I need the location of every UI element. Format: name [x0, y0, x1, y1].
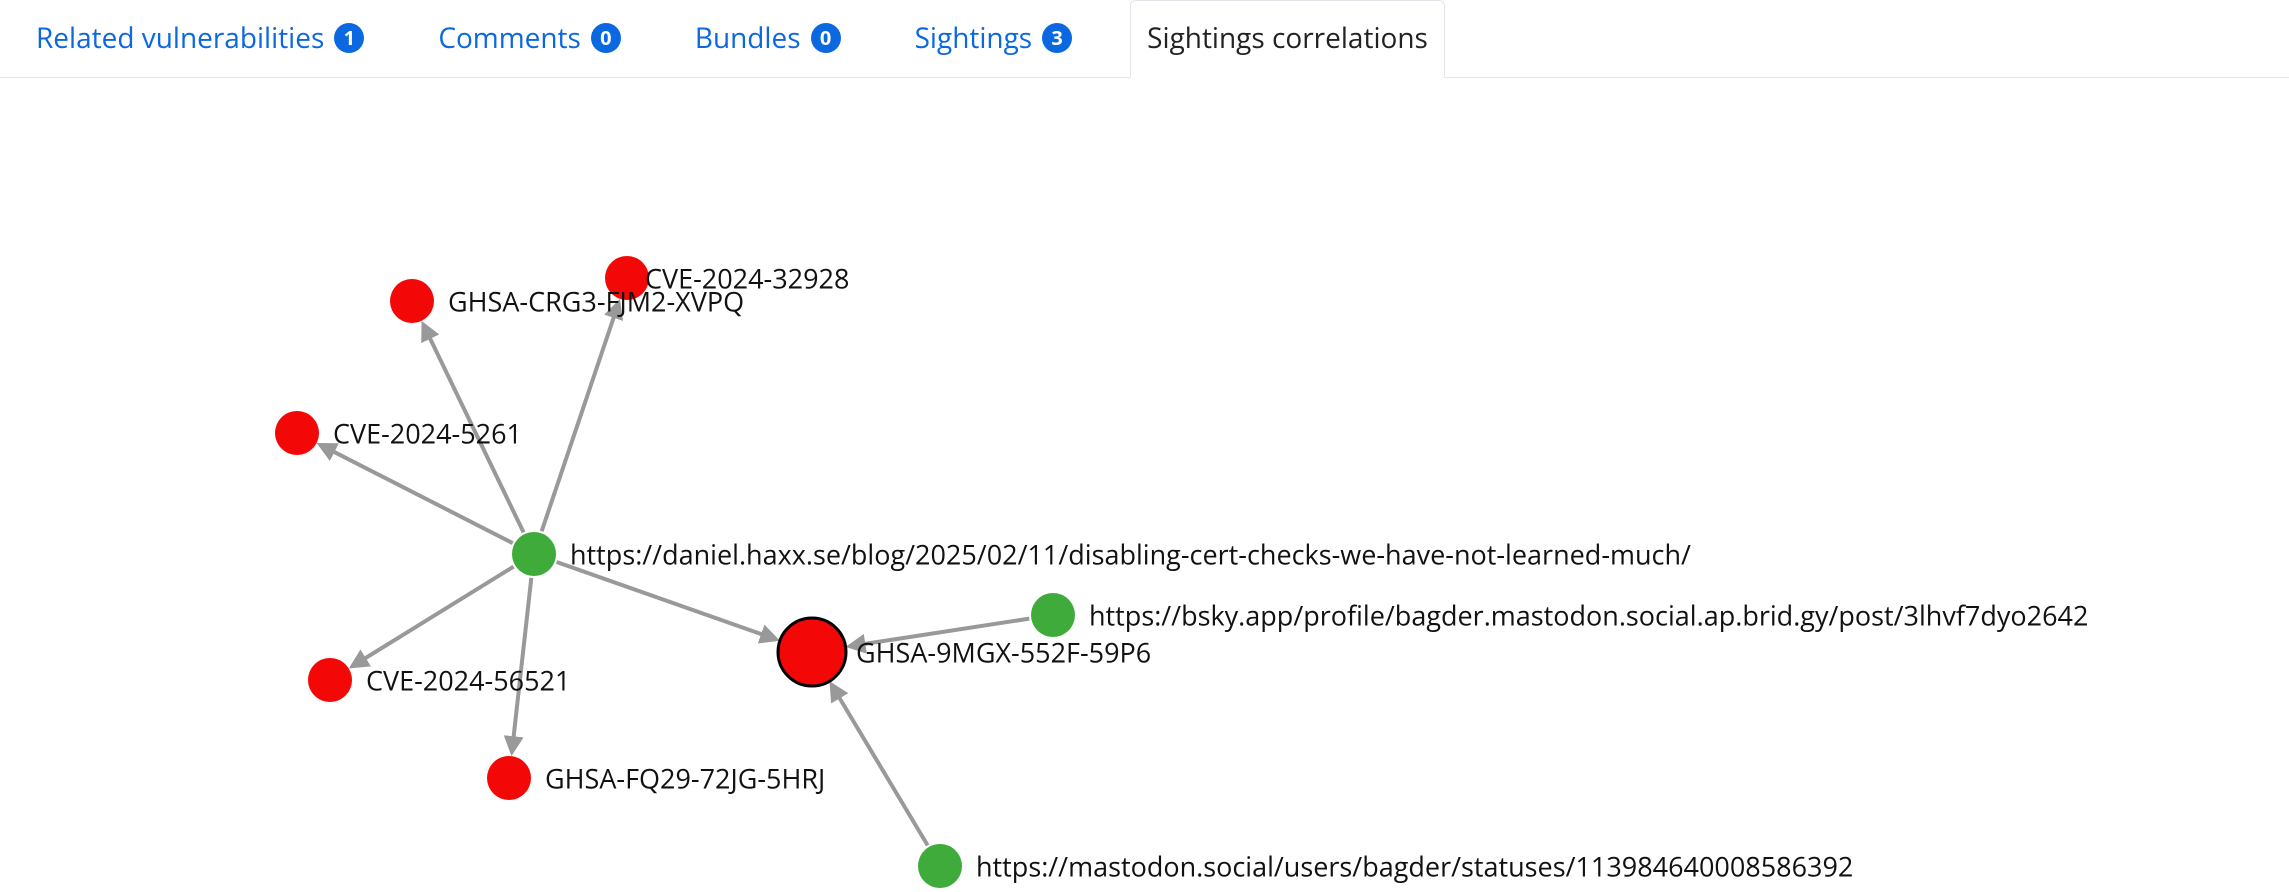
vulnerability-node[interactable] — [390, 279, 434, 323]
vulnerability-node[interactable] — [487, 756, 531, 800]
source-node[interactable] — [918, 844, 962, 888]
tab-label: Bundles — [695, 19, 801, 57]
tab-sightings[interactable]: Sightings 3 — [899, 1, 1089, 77]
tab-label: Sightings — [915, 19, 1033, 57]
node-label: https://mastodon.social/users/bagder/sta… — [976, 848, 1853, 885]
node-label: CVE-2024-56521 — [366, 662, 570, 699]
vulnerability-node[interactable] — [778, 618, 846, 686]
count-badge: 1 — [334, 23, 364, 53]
node-label: https://bsky.app/profile/bagder.mastodon… — [1089, 597, 2088, 634]
graph-edge — [542, 303, 619, 532]
count-badge: 0 — [591, 23, 621, 53]
tab-sightings-correlations[interactable]: Sightings correlations — [1130, 0, 1445, 78]
node-label: GHSA-9MGX-552F-59P6 — [856, 634, 1151, 671]
graph-edge — [832, 685, 928, 846]
tab-label: Sightings correlations — [1147, 19, 1428, 57]
graph-edge — [557, 562, 777, 639]
graph-edge — [352, 567, 513, 667]
tab-bundles[interactable]: Bundles 0 — [679, 1, 857, 77]
correlation-graph[interactable]: https://daniel.haxx.se/blog/2025/02/11/d… — [0, 78, 2289, 892]
node-label: https://daniel.haxx.se/blog/2025/02/11/d… — [570, 536, 1691, 573]
tabs-bar: Related vulnerabilities 1 Comments 0 Bun… — [0, 0, 2289, 78]
node-label: GHSA-FQ29-72JG-5HRJ — [545, 760, 825, 797]
node-label: CVE-2024-5261 — [333, 415, 522, 452]
tab-comments[interactable]: Comments 0 — [422, 1, 637, 77]
graph-edge — [320, 445, 512, 543]
source-node[interactable] — [512, 532, 556, 576]
tab-label: Comments — [438, 19, 581, 57]
count-badge: 0 — [811, 23, 841, 53]
graph-canvas[interactable] — [0, 78, 2289, 892]
vulnerability-node[interactable] — [275, 411, 319, 455]
node-label: CVE-2024-32928 — [645, 260, 849, 297]
vulnerability-node[interactable] — [308, 658, 352, 702]
tab-related-vulnerabilities[interactable]: Related vulnerabilities 1 — [20, 1, 380, 77]
count-badge: 3 — [1042, 23, 1072, 53]
tab-label: Related vulnerabilities — [36, 19, 324, 57]
source-node[interactable] — [1031, 593, 1075, 637]
